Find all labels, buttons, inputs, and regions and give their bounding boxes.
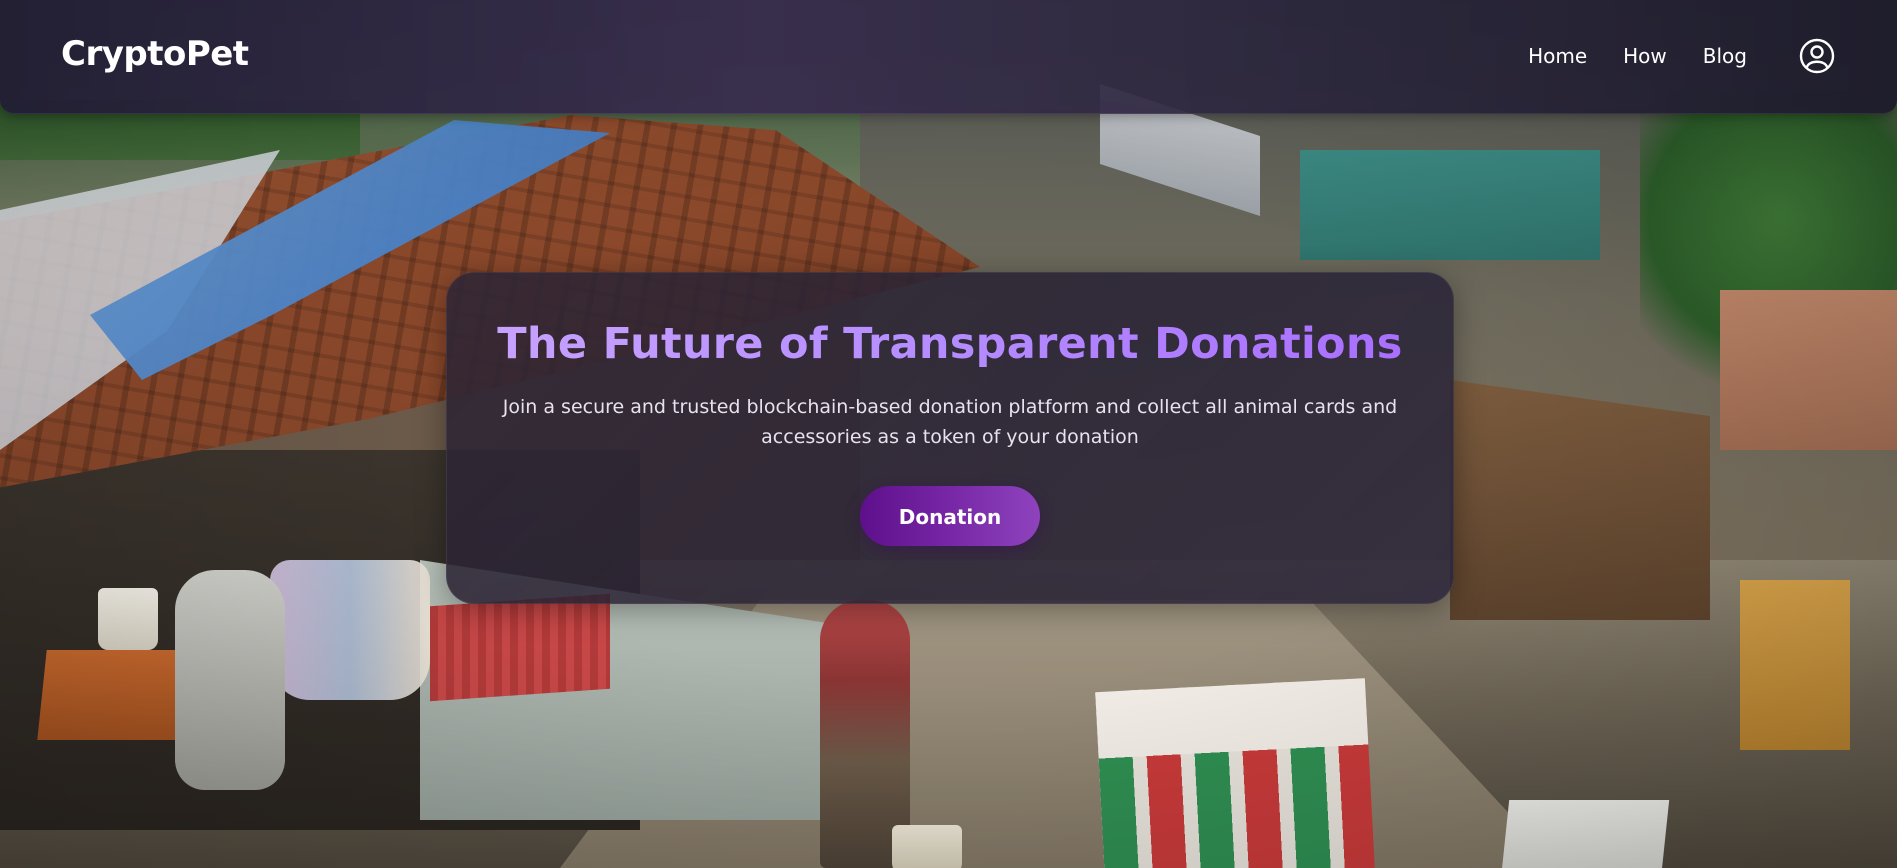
donation-button[interactable]: Donation	[860, 486, 1040, 547]
top-navbar: CryptoPet Home How Blog	[0, 0, 1897, 114]
hero-subtitle: Join a secure and trusted blockchain-bas…	[502, 396, 1398, 449]
user-circle-icon[interactable]	[1799, 38, 1835, 74]
hero-title: The Future of Transparent Donations	[447, 320, 1453, 368]
brand-logo[interactable]: CryptoPet	[61, 34, 249, 74]
user-circle-icon-svg	[1799, 38, 1835, 74]
main-nav: Home How Blog	[1528, 44, 1747, 68]
hero-card: The Future of Transparent Donations Join…	[446, 272, 1454, 604]
landing-page: CryptoPet Home How Blog The Future of Tr…	[0, 0, 1897, 868]
nav-link-home[interactable]: Home	[1528, 44, 1587, 68]
nav-link-blog[interactable]: Blog	[1703, 44, 1747, 68]
nav-link-how[interactable]: How	[1623, 44, 1667, 68]
